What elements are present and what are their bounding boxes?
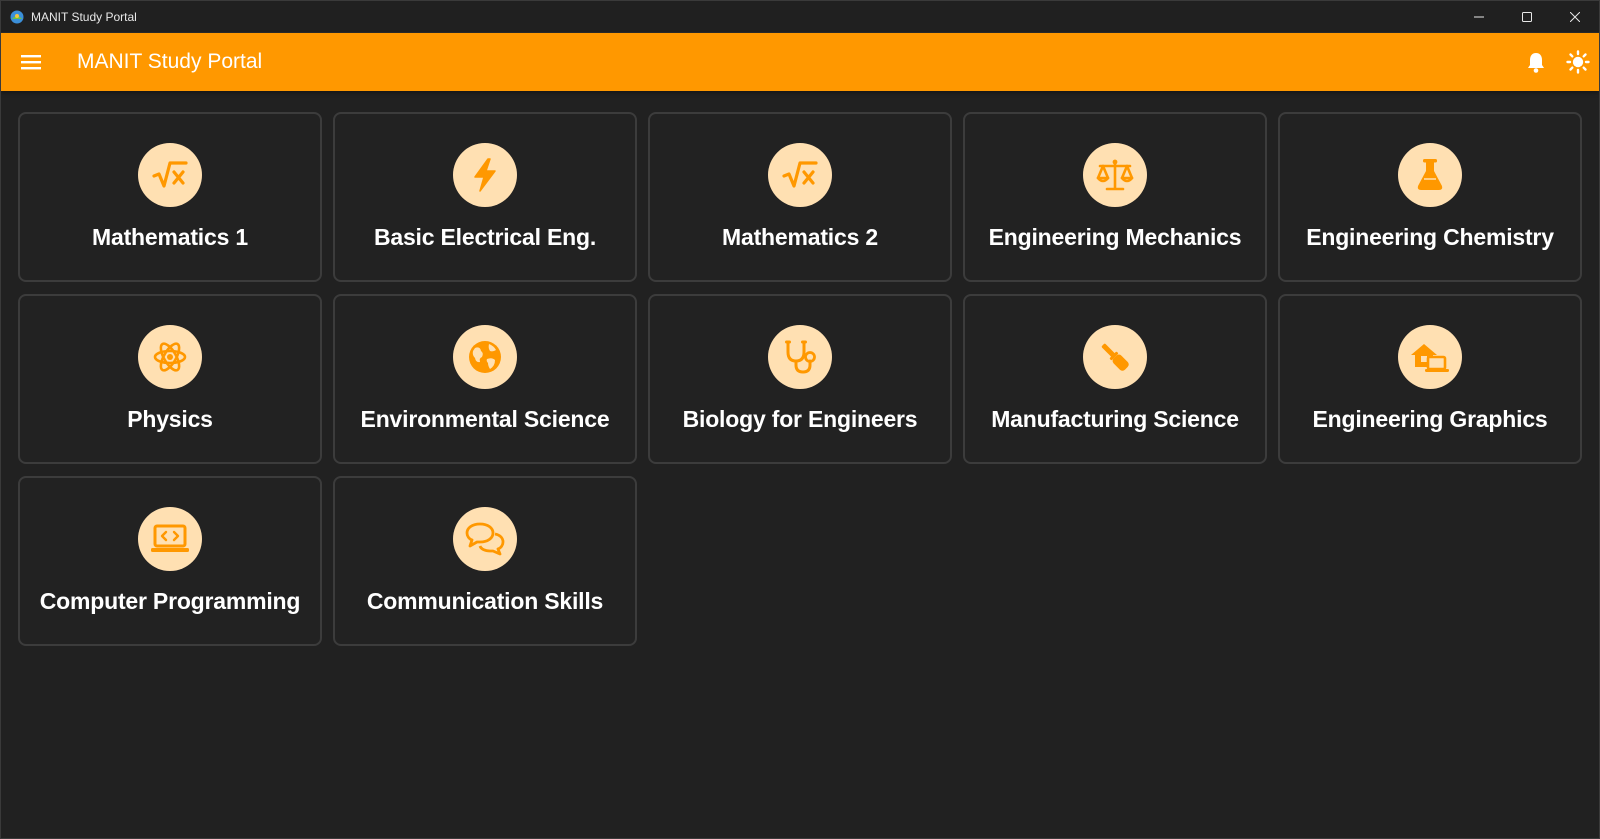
close-button[interactable] — [1551, 1, 1599, 33]
subject-label: Engineering Mechanics — [988, 224, 1242, 250]
atom-icon — [138, 325, 202, 389]
app-logo-icon — [9, 9, 25, 25]
subject-card-physics[interactable]: Physics — [18, 294, 322, 464]
window-title: MANIT Study Portal — [31, 9, 137, 24]
subject-label: Environmental Science — [360, 406, 610, 432]
scale-balance-icon — [1083, 143, 1147, 207]
globe-icon — [453, 325, 517, 389]
subject-card-mathematics-1[interactable]: Mathematics 1 — [18, 112, 322, 282]
subject-label: Basic Electrical Eng. — [373, 224, 597, 250]
theme-toggle-button[interactable] — [1557, 33, 1599, 91]
hamburger-menu-button[interactable] — [1, 33, 61, 91]
subject-label: Mathematics 1 — [92, 224, 248, 250]
screwdriver-icon — [1083, 325, 1147, 389]
subject-label: Biology for Engineers — [682, 406, 918, 432]
subject-card-basic-electrical-eng[interactable]: Basic Electrical Eng. — [333, 112, 637, 282]
subject-label: Computer Programming — [39, 588, 301, 614]
subject-card-communication-skills[interactable]: Communication Skills — [333, 476, 637, 646]
subject-card-mathematics-2[interactable]: Mathematics 2 — [648, 112, 952, 282]
subject-card-manufacturing-science[interactable]: Manufacturing Science — [963, 294, 1267, 464]
app-window: MANIT Study Portal MANIT Study Portal Ma… — [0, 0, 1600, 839]
subject-label: Mathematics 2 — [722, 224, 878, 250]
subject-label: Communication Skills — [366, 588, 604, 614]
stethoscope-icon — [768, 325, 832, 389]
notifications-button[interactable] — [1515, 33, 1557, 91]
chat-bubbles-icon — [453, 507, 517, 571]
house-laptop-icon — [1398, 325, 1462, 389]
subject-card-biology-for-engineers[interactable]: Biology for Engineers — [648, 294, 952, 464]
window-titlebar: MANIT Study Portal — [1, 1, 1599, 33]
subject-label: Engineering Graphics — [1312, 406, 1548, 432]
subject-card-computer-programming[interactable]: Computer Programming — [18, 476, 322, 646]
maximize-button[interactable] — [1503, 1, 1551, 33]
laptop-code-icon — [138, 507, 202, 571]
bolt-icon — [453, 143, 517, 207]
app-bar: MANIT Study Portal — [1, 33, 1599, 91]
flask-icon — [1398, 143, 1462, 207]
subject-label: Engineering Chemistry — [1306, 224, 1554, 250]
subject-card-engineering-chemistry[interactable]: Engineering Chemistry — [1278, 112, 1582, 282]
app-title: MANIT Study Portal — [77, 50, 263, 73]
subject-label: Physics — [127, 406, 213, 432]
minimize-button[interactable] — [1455, 1, 1503, 33]
subject-card-engineering-mechanics[interactable]: Engineering Mechanics — [963, 112, 1267, 282]
square-root-icon — [138, 143, 202, 207]
subject-card-engineering-graphics[interactable]: Engineering Graphics — [1278, 294, 1582, 464]
subject-card-environmental-science[interactable]: Environmental Science — [333, 294, 637, 464]
square-root-icon — [768, 143, 832, 207]
menu-icon — [21, 55, 41, 70]
subject-label: Manufacturing Science — [991, 406, 1239, 432]
sun-icon — [1566, 50, 1590, 74]
subject-grid: Mathematics 1 Basic Electrical Eng. Math… — [18, 112, 1582, 646]
bell-icon — [1528, 53, 1544, 73]
